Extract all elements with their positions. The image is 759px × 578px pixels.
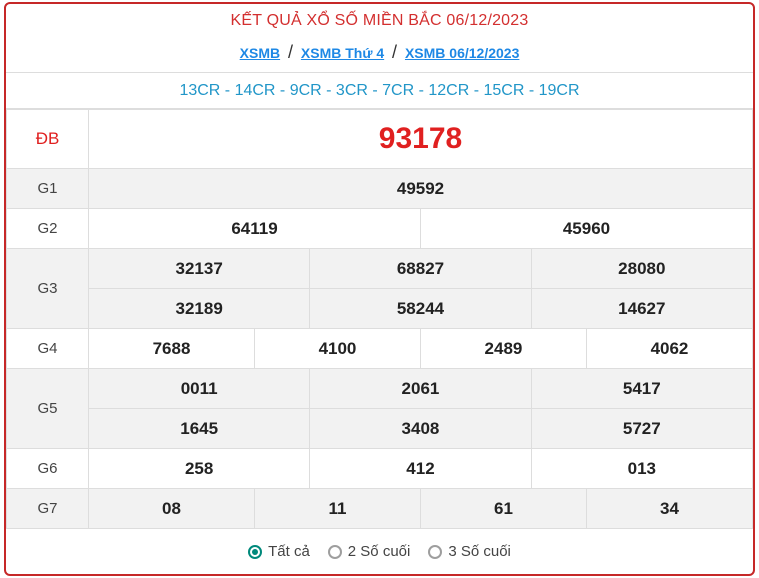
prize-number: 28080 — [530, 248, 753, 289]
filter-option-last-3[interactable]: 3 Số cuối — [428, 543, 511, 560]
results-table: ĐB 93178 G1 49592 G2 64119 45960 G3 3213… — [6, 109, 753, 529]
breadcrumb: XSMB / XSMB Thứ 4 / XSMB 06/12/2023 — [6, 34, 753, 73]
prize-label-g5: G5 — [6, 368, 89, 449]
results-card: KẾT QUẢ XỔ SỐ MIỀN BẮC 06/12/2023 XSMB /… — [4, 2, 755, 576]
prize-number: 11 — [253, 488, 421, 529]
prize-number: 4100 — [253, 328, 421, 369]
filter-label: 3 Số cuối — [448, 543, 511, 560]
prize-number: 5727 — [530, 408, 753, 449]
prize-number: 45960 — [419, 208, 753, 249]
prize-label-g3: G3 — [6, 248, 89, 329]
prize-number: 0011 — [87, 368, 311, 409]
prize-label-g7: G7 — [6, 488, 89, 529]
prize-number: 34 — [585, 488, 753, 529]
prize-label-g2: G2 — [6, 208, 89, 249]
breadcrumb-link-xsmb[interactable]: XSMB — [240, 45, 280, 61]
prize-number: 32189 — [87, 288, 311, 329]
prize-label-g4: G4 — [6, 328, 89, 369]
ticket-codes: 13CR - 14CR - 9CR - 3CR - 7CR - 12CR - 1… — [6, 73, 753, 109]
prize-row-g5-b: 1645 3408 5727 — [7, 408, 753, 449]
radio-icon[interactable] — [428, 544, 443, 559]
prize-number: 08 — [88, 488, 255, 529]
prize-label-g1: G1 — [6, 168, 89, 209]
prize-number: 2061 — [309, 368, 532, 409]
prize-label-g6: G6 — [6, 448, 89, 489]
breadcrumb-separator: / — [392, 42, 398, 62]
prize-row-db: ĐB 93178 — [6, 109, 753, 169]
prize-row-g3: G3 32137 68827 28080 — [6, 248, 753, 329]
prize-row-g4: G4 7688 4100 2489 4062 — [6, 328, 753, 369]
prize-number: 412 — [309, 448, 532, 489]
digit-filter: Tất cả 2 Số cuối 3 Số cuối — [6, 529, 753, 574]
prize-number: 49592 — [88, 168, 753, 209]
prize-number: 32137 — [87, 248, 311, 289]
filter-option-all[interactable]: Tất cả — [248, 543, 310, 560]
radio-selected-icon[interactable] — [248, 544, 263, 559]
prize-number: 64119 — [88, 208, 421, 249]
prize-label-db: ĐB — [6, 109, 89, 169]
breadcrumb-link-xsmb-thu-4[interactable]: XSMB Thứ 4 — [301, 45, 384, 61]
prize-row-g7: G7 08 11 61 34 — [6, 488, 753, 529]
filter-label: 2 Số cuối — [347, 543, 411, 560]
prize-row-g2: G2 64119 45960 — [6, 208, 753, 249]
radio-icon[interactable] — [327, 544, 342, 559]
prize-number: 61 — [419, 488, 587, 529]
prize-number: 2489 — [419, 328, 587, 369]
prize-row-g5: G5 0011 2061 5417 — [6, 368, 753, 449]
page-title: KẾT QUẢ XỔ SỐ MIỀN BẮC 06/12/2023 — [230, 12, 529, 29]
prize-number: 58244 — [309, 288, 532, 329]
prize-number: 93178 — [88, 109, 753, 169]
filter-label: Tất cả — [268, 543, 310, 560]
breadcrumb-link-xsmb-date[interactable]: XSMB 06/12/2023 — [405, 45, 519, 61]
prize-number: 013 — [530, 448, 753, 489]
breadcrumb-separator: / — [287, 42, 293, 62]
prize-number: 14627 — [530, 288, 753, 329]
prize-row-g3-b: 32189 58244 14627 — [7, 288, 753, 329]
prize-number: 258 — [87, 448, 311, 489]
prize-row-g1: G1 49592 — [6, 168, 753, 209]
filter-option-last-2[interactable]: 2 Số cuối — [327, 543, 411, 560]
prize-number: 5417 — [530, 368, 753, 409]
prize-number: 3408 — [309, 408, 532, 449]
prize-row-g6: G6 258 412 013 — [6, 448, 753, 489]
prize-number: 1645 — [87, 408, 311, 449]
prize-number: 68827 — [309, 248, 532, 289]
prize-number: 7688 — [88, 328, 255, 369]
prize-number: 4062 — [585, 328, 753, 369]
